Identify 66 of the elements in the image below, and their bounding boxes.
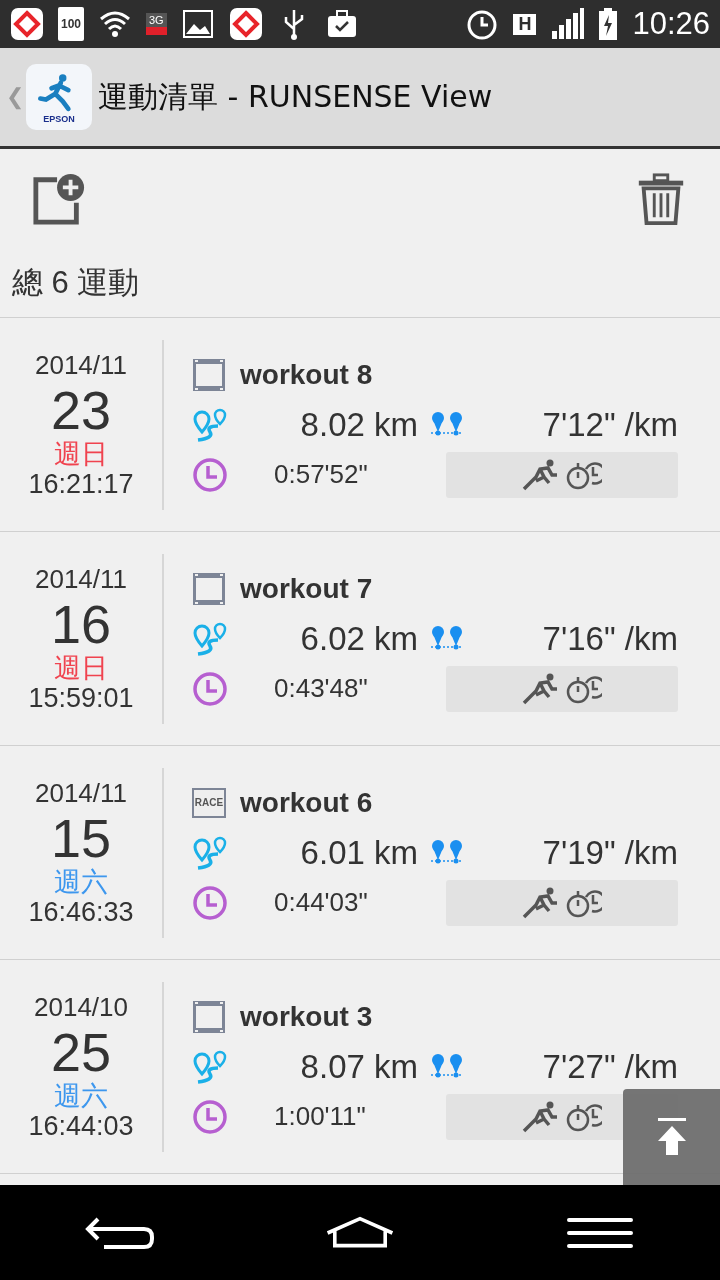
workout-month: 2014/11 <box>34 349 128 381</box>
clock-icon <box>192 1098 228 1135</box>
signal-icon <box>550 7 585 41</box>
workout-weekday: 週日 <box>54 438 108 469</box>
app-logo: EPSON <box>26 64 92 130</box>
route-icon <box>192 407 228 442</box>
route-icon <box>192 621 228 656</box>
film-icon <box>192 999 226 1034</box>
arrow-up-icon <box>655 1117 688 1157</box>
workout-time: 15:59:01 <box>28 682 134 714</box>
battery-icon <box>598 7 619 41</box>
workout-time: 16:44:03 <box>28 1110 134 1142</box>
battery-level: 100 <box>58 7 84 41</box>
runner-icon <box>522 886 558 919</box>
app-icon <box>10 7 44 41</box>
workout-duration: 0:57'52" <box>273 459 369 490</box>
workout-distance: 6.01 km <box>299 833 418 872</box>
workout-row[interactable]: 2014/11 23 週日 16:21:17 workout 8 8.02 km 7'12" /km 0:57'52" <box>0 318 720 532</box>
runner-icon <box>522 458 558 491</box>
runner-icon <box>522 672 558 705</box>
workout-pace: 7'16" /km <box>541 619 678 658</box>
workout-duration: 0:44'03" <box>273 887 369 918</box>
workout-distance: 8.07 km <box>299 1047 418 1086</box>
workout-name: workout 3 <box>240 1000 373 1033</box>
workout-weekday: 週六 <box>54 1080 108 1111</box>
network-badge: 3G <box>146 13 167 35</box>
data-badge: H <box>513 13 537 35</box>
workout-duration: 0:43'48" <box>273 673 369 704</box>
runner-icon <box>522 1100 558 1133</box>
workout-weekday: 週日 <box>54 652 108 683</box>
workout-name: workout 8 <box>240 358 373 391</box>
workout-count: 總 6 運動 <box>0 249 720 318</box>
workout-weekday: 週六 <box>54 866 108 897</box>
workout-time: 16:46:33 <box>28 896 134 928</box>
workout-month: 2014/11 <box>34 563 128 595</box>
workout-month: 2014/10 <box>34 991 128 1023</box>
image-icon <box>180 7 215 41</box>
workout-row[interactable]: 2014/11 15 週六 16:46:33 RACE workout 6 6.01 km 7'19" /km 0:44'03" <box>0 746 720 960</box>
workout-pace: 7'12" /km <box>541 405 678 444</box>
workout-row[interactable]: 2014/11 16 週日 15:59:01 workout 7 6.02 km 7'16" /km 0:43'48" <box>0 532 720 746</box>
route-icon <box>192 1049 228 1084</box>
workout-name: workout 6 <box>240 786 373 819</box>
workout-day: 25 <box>50 1022 112 1081</box>
clock-time: 10:26 <box>632 6 710 42</box>
workout-day: 23 <box>50 380 112 439</box>
scroll-to-top-button[interactable] <box>623 1089 720 1185</box>
add-icon[interactable] <box>32 172 86 226</box>
workout-pace: 7'19" /km <box>541 833 678 872</box>
route-icon <box>192 835 228 870</box>
workout-pace: 7'27" /km <box>541 1047 678 1086</box>
clock-icon <box>192 456 228 493</box>
workout-day: 16 <box>50 594 112 653</box>
film-icon <box>192 357 226 392</box>
workout-distance: 6.02 km <box>299 619 418 658</box>
film-icon <box>192 571 226 606</box>
workout-name: workout 7 <box>240 572 373 605</box>
clock-icon <box>192 670 228 707</box>
screen-title: 運動清單 - RUNSENSE View <box>98 77 493 116</box>
workout-month: 2014/11 <box>34 777 128 809</box>
workout-day: 15 <box>50 808 112 867</box>
clock-icon <box>192 884 228 921</box>
race-badge: RACE <box>192 787 226 818</box>
workout-duration: 1:00'11" <box>273 1101 367 1132</box>
app-icon <box>228 7 263 41</box>
workout-distance: 8.02 km <box>299 405 418 444</box>
workout-time: 16:21:17 <box>28 468 134 500</box>
